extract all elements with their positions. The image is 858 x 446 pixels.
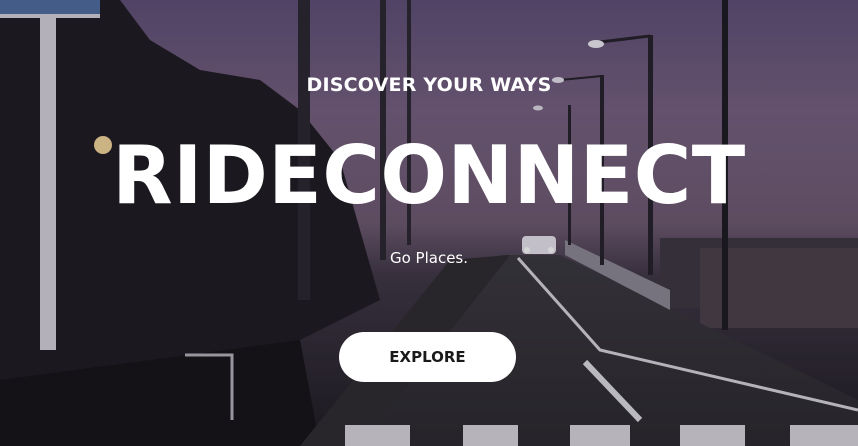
hero-section: DISCOVER YOUR WAYS RIDECONNECT Go Places… xyxy=(0,0,858,446)
hero-tagline: DISCOVER YOUR WAYS xyxy=(306,74,552,96)
hero-subtitle: Go Places. xyxy=(389,249,469,267)
explore-button[interactable]: EXPLORE xyxy=(339,332,516,382)
brand-title: RIDECONNECT xyxy=(112,129,746,222)
